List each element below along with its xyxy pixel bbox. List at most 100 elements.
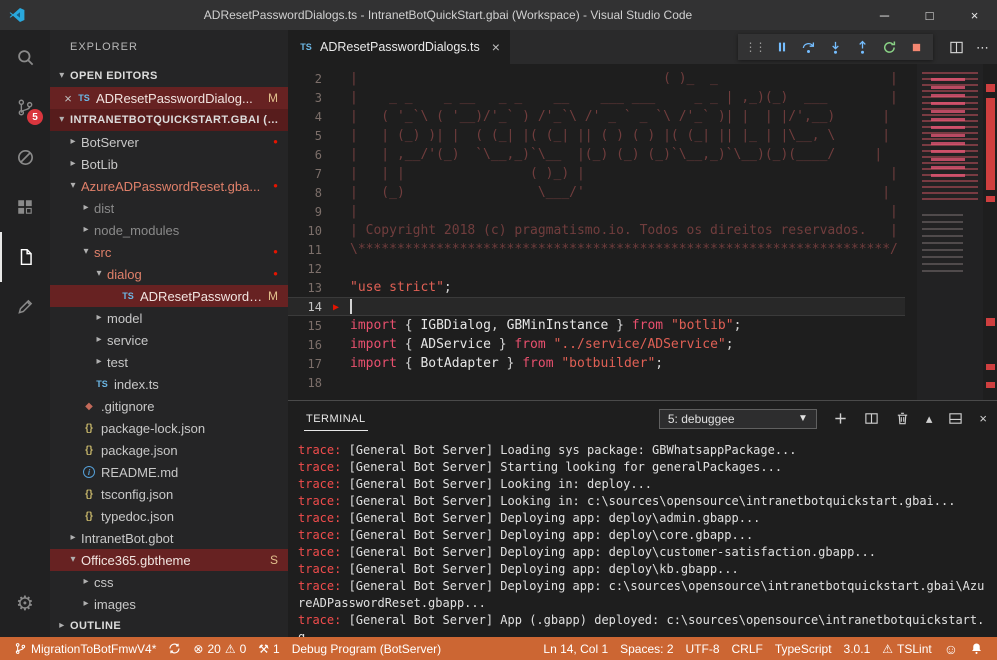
- ts-version-status[interactable]: 3.0.1: [838, 637, 877, 660]
- tree-item-typedoc-json[interactable]: {}typedoc.json: [50, 505, 288, 527]
- line-number[interactable]: 9: [288, 205, 322, 219]
- plus-icon[interactable]: [833, 411, 848, 426]
- tree-item-package-lock-json[interactable]: {}package-lock.json: [50, 417, 288, 439]
- tree-item-model[interactable]: ▸model: [50, 307, 288, 329]
- line-number[interactable]: 15: [288, 319, 322, 333]
- tree-item-dist[interactable]: ▸dist: [50, 197, 288, 219]
- tree-item-css[interactable]: ▸css: [50, 571, 288, 593]
- split-editor-icon[interactable]: [949, 40, 964, 55]
- terminal-line: trace: [General Bot Server] Deploying ap…: [298, 561, 989, 578]
- indentation-status[interactable]: Spaces: 2: [614, 637, 679, 660]
- extensions-view-button[interactable]: [0, 182, 50, 232]
- terminal-line: trace: [General Bot Server] Loading sys …: [298, 442, 989, 459]
- git-branch-status[interactable]: MigrationToBotFmwV4*: [8, 637, 162, 660]
- minimize-button[interactable]: ─: [862, 0, 907, 30]
- layout-icon[interactable]: [948, 411, 963, 426]
- tree-item-src[interactable]: ▾src●: [50, 241, 288, 263]
- tree-item-office365-gbtheme[interactable]: ▾Office365.gbthemeS: [50, 549, 288, 571]
- tree-item-botserver[interactable]: ▸BotServer●: [50, 131, 288, 153]
- more-actions-icon[interactable]: ⋯: [976, 41, 989, 54]
- line-number[interactable]: 13: [288, 281, 322, 295]
- tree-item-images[interactable]: ▸images: [50, 593, 288, 615]
- sync-status[interactable]: [162, 637, 187, 660]
- split-terminal-icon[interactable]: [864, 411, 879, 426]
- edit-view-button[interactable]: [0, 282, 50, 332]
- feedback-status[interactable]: ☺: [938, 637, 964, 660]
- tree-item-test[interactable]: ▸test: [50, 351, 288, 373]
- tree-item-readme-md[interactable]: iREADME.md: [50, 461, 288, 483]
- language-status[interactable]: TypeScript: [769, 637, 838, 660]
- tree-item-service[interactable]: ▸service: [50, 329, 288, 351]
- line-number[interactable]: 11: [288, 243, 322, 257]
- close-icon[interactable]: ×: [979, 412, 987, 425]
- tree-item-node-modules[interactable]: ▸node_modules: [50, 219, 288, 241]
- close-window-button[interactable]: ×: [952, 0, 997, 30]
- trash-icon[interactable]: [895, 411, 910, 426]
- terminal-tab[interactable]: TERMINAL: [304, 406, 368, 431]
- tree-item-azureadpasswordreset-gba[interactable]: ▾AzureADPasswordReset.gba...●: [50, 175, 288, 197]
- line-number[interactable]: 16: [288, 338, 322, 352]
- debug-view-button[interactable]: [0, 132, 50, 182]
- tab-adresetpassworddialogs[interactable]: TS ADResetPasswordDialogs.ts ×: [288, 30, 510, 64]
- step-out-button[interactable]: [849, 35, 876, 59]
- tree-item-intranetbot-gbot[interactable]: ▸IntranetBot.gbot: [50, 527, 288, 549]
- line-number[interactable]: 18: [288, 376, 322, 390]
- problems-status[interactable]: ⊗ 20 ⚠ 0: [187, 637, 252, 660]
- tree-item-botlib[interactable]: ▸BotLib: [50, 153, 288, 175]
- terminal-output[interactable]: trace: [General Bot Server] Loading sys …: [288, 436, 997, 637]
- line-number[interactable]: 6: [288, 148, 322, 162]
- source-control-view-button[interactable]: 5: [0, 82, 50, 132]
- line-number[interactable]: 10: [288, 224, 322, 238]
- tree-item-adresetpassworddial[interactable]: TSADResetPasswordDial...M: [50, 285, 288, 307]
- error-count: 20: [207, 642, 220, 656]
- pause-button[interactable]: [768, 35, 795, 59]
- tslint-status[interactable]: ⚠ TSLint: [876, 637, 937, 660]
- step-over-button[interactable]: [795, 35, 822, 59]
- tree-item-index-ts[interactable]: TSindex.ts: [50, 373, 288, 395]
- debug-current-line-icon: ▶: [333, 303, 339, 313]
- outline-header[interactable]: ▸ OUTLINE: [50, 615, 288, 637]
- line-number[interactable]: 2: [288, 72, 322, 86]
- line-number[interactable]: 7: [288, 167, 322, 181]
- drag-grip-button[interactable]: ⋮⋮: [741, 35, 768, 59]
- minimap[interactable]: [917, 64, 983, 400]
- encoding-status[interactable]: UTF-8: [680, 637, 726, 660]
- settings-button[interactable]: ⚙: [0, 579, 50, 629]
- workspace-header[interactable]: ▾ INTRANETBOTQUICKSTART.GBAI (WO...: [50, 109, 288, 131]
- chevron-up-icon[interactable]: ▴: [926, 412, 933, 425]
- line-col-status[interactable]: Ln 14, Col 1: [537, 637, 614, 660]
- open-editor-item[interactable]: × TS ADResetPasswordDialog... M: [50, 87, 288, 109]
- open-editors-header[interactable]: ▾ OPEN EDITORS: [50, 65, 288, 87]
- eol-status[interactable]: CRLF: [726, 637, 769, 660]
- line-number[interactable]: 12: [288, 262, 322, 276]
- tree-item-gitignore[interactable]: ◆.gitignore: [50, 395, 288, 417]
- close-editor-icon[interactable]: ×: [60, 92, 76, 105]
- code-editor[interactable]: 2| ( )_ _ |3| _ _ _ __ _ _ __ ___ ___ _ …: [288, 64, 997, 400]
- line-number[interactable]: 8: [288, 186, 322, 200]
- tasks-status[interactable]: ⚒ 1: [252, 637, 285, 660]
- tree-item-dialog[interactable]: ▾dialog●: [50, 263, 288, 285]
- step-into-button[interactable]: [822, 35, 849, 59]
- code-line: 8| (_) \___/' |: [288, 183, 905, 202]
- line-number[interactable]: 14: [288, 300, 322, 314]
- line-number[interactable]: 3: [288, 91, 322, 105]
- tree-item-tsconfig-json[interactable]: {}tsconfig.json: [50, 483, 288, 505]
- terminal-line: trace: [General Bot Server] Starting loo…: [298, 459, 989, 476]
- line-number[interactable]: 17: [288, 357, 322, 371]
- line-number[interactable]: 4: [288, 110, 322, 124]
- debug-target-status[interactable]: Debug Program (BotServer): [286, 637, 447, 660]
- notifications-status[interactable]: [964, 637, 989, 660]
- terminal-selector-dropdown[interactable]: 5: debuggee ▼: [659, 409, 817, 429]
- chevron-down-icon: ▾: [78, 247, 94, 257]
- search-view-button[interactable]: [0, 32, 50, 82]
- tree-item-package-json[interactable]: {}package.json: [50, 439, 288, 461]
- explorer-view-button[interactable]: [0, 232, 50, 282]
- overview-ruler[interactable]: [983, 64, 997, 400]
- chevron-right-icon: ▸: [78, 225, 94, 235]
- log-level: trace:: [298, 545, 341, 559]
- restart-button[interactable]: [876, 35, 903, 59]
- stop-button[interactable]: [903, 35, 930, 59]
- line-number[interactable]: 5: [288, 129, 322, 143]
- close-tab-icon[interactable]: ×: [492, 40, 500, 54]
- maximize-button[interactable]: □: [907, 0, 952, 30]
